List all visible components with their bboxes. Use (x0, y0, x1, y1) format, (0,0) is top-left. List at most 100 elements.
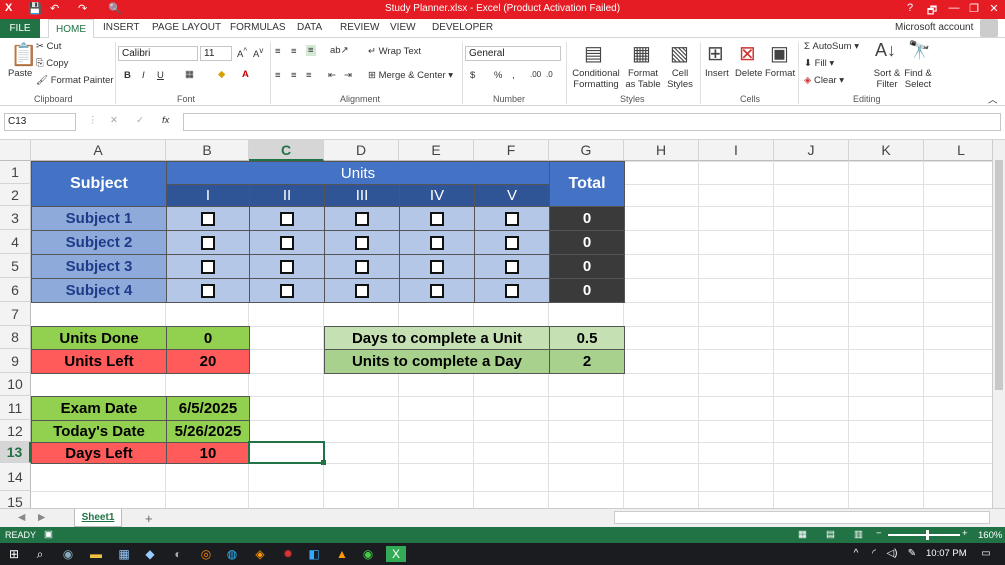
zoom-in-button[interactable]: + (962, 528, 968, 539)
checkbox[interactable] (505, 283, 519, 298)
checkbox[interactable] (280, 235, 294, 250)
checkbox[interactable] (430, 259, 444, 274)
pen-icon[interactable]: ✎ (904, 546, 920, 562)
format-as-table-button[interactable]: Format as Table (622, 68, 664, 90)
row-header-11[interactable]: 11 (0, 396, 31, 420)
conditional-formatting-button[interactable]: Conditional Formatting (571, 68, 621, 90)
app-icon[interactable]: ✹ (280, 546, 296, 562)
copy-button[interactable]: ⎘ Copy (36, 58, 68, 69)
align-right-icon[interactable]: ≡ (306, 70, 312, 81)
checkbox[interactable] (430, 283, 444, 298)
row-header-15[interactable]: 15 (0, 491, 31, 508)
checkbox[interactable] (505, 259, 519, 274)
delete-cells-button[interactable]: Delete (735, 68, 762, 79)
increase-indent-icon[interactable]: ⇥ (344, 70, 352, 81)
align-middle-icon[interactable]: ≡ (291, 46, 297, 57)
checkbox[interactable] (430, 211, 444, 226)
percent-button[interactable]: % (494, 70, 502, 81)
select-all-corner[interactable] (0, 140, 31, 161)
checkbox[interactable] (355, 211, 369, 226)
column-header-c[interactable]: C (249, 140, 324, 161)
excel-taskbar-icon[interactable]: X (386, 546, 406, 562)
tab-home[interactable]: HOME (48, 19, 94, 39)
paste-button[interactable]: Paste (8, 68, 32, 79)
cancel-icon[interactable]: ✕ (110, 115, 118, 126)
font-name-select[interactable]: Calibri (118, 46, 198, 61)
tab-page-layout[interactable]: PAGE LAYOUT (152, 22, 221, 33)
shrink-font-icon[interactable]: Av (253, 46, 263, 60)
checkbox[interactable] (280, 259, 294, 274)
font-size-select[interactable]: 11 (200, 46, 232, 61)
column-header-k[interactable]: K (849, 140, 924, 161)
row-header-1[interactable]: 1 (0, 161, 31, 184)
underline-button[interactable]: U (157, 70, 164, 81)
formula-input[interactable] (183, 113, 1001, 131)
decrease-indent-icon[interactable]: ⇤ (328, 70, 336, 81)
vlc-icon[interactable]: ▲ (334, 546, 350, 562)
zoom-thumb[interactable] (926, 530, 929, 540)
help-button[interactable]: ? (900, 2, 920, 14)
italic-button[interactable]: I (142, 70, 145, 81)
page-break-view-icon[interactable]: ▥ (854, 529, 863, 540)
checkbox[interactable] (430, 235, 444, 250)
column-header-f[interactable]: F (474, 140, 549, 161)
column-header-h[interactable]: H (624, 140, 699, 161)
clear-button[interactable]: ◈ Clear ▾ (804, 75, 844, 86)
font-color-icon[interactable]: A (242, 69, 249, 80)
windows-start-icon[interactable]: ⊞ (6, 546, 22, 562)
sort-filter-button[interactable]: Sort & Filter (871, 68, 903, 90)
grow-font-icon[interactable]: A^ (237, 46, 247, 60)
format-painter-button[interactable]: 🖌 Format Painter (36, 75, 114, 86)
row-header-9[interactable]: 9 (0, 349, 31, 373)
new-sheet-button[interactable]: + (145, 511, 153, 526)
find-select-button[interactable]: Find & Select (901, 68, 935, 90)
row-header-2[interactable]: 2 (0, 184, 31, 206)
zoom-slider[interactable] (888, 534, 960, 536)
chrome-icon[interactable]: ◉ (360, 546, 376, 562)
row-header-3[interactable]: 3 (0, 206, 31, 230)
row-header-14[interactable]: 14 (0, 463, 31, 491)
tab-developer[interactable]: DEVELOPER (432, 22, 493, 33)
close-button[interactable]: ✕ (984, 2, 1004, 15)
row-header-4[interactable]: 4 (0, 230, 31, 254)
tray-arrow-icon[interactable]: ^ (848, 546, 864, 562)
restore-button[interactable]: ❐ (964, 2, 984, 15)
checkbox[interactable] (280, 283, 294, 298)
column-header-l[interactable]: L (924, 140, 992, 161)
column-header-i[interactable]: I (699, 140, 774, 161)
next-sheet-icon[interactable]: ▶ (38, 512, 45, 523)
checkbox[interactable] (201, 283, 215, 298)
column-header-j[interactable]: J (774, 140, 849, 161)
cut-button[interactable]: ✂ Cut (36, 41, 61, 52)
align-bottom-icon[interactable]: ≡ (306, 45, 316, 56)
comma-button[interactable]: , (512, 70, 515, 81)
insert-function-button[interactable]: fx (162, 115, 169, 126)
app-icon[interactable]: ◉ (60, 546, 76, 562)
row-header-10[interactable]: 10 (0, 373, 31, 396)
number-format-select[interactable]: General (465, 46, 561, 61)
row-header-7[interactable]: 7 (0, 302, 31, 326)
align-top-icon[interactable]: ≡ (275, 46, 281, 57)
wifi-icon[interactable]: ◜ (866, 546, 882, 562)
column-header-g[interactable]: G (549, 140, 624, 161)
checkbox[interactable] (201, 235, 215, 250)
scroll-thumb[interactable] (995, 160, 1003, 390)
worksheet-grid[interactable]: A B C D E F G H I J K L 1 2 3 4 5 6 7 8 9 10 11 12 13 14 15 Subjec… (0, 140, 992, 508)
decrease-decimal-icon[interactable]: .0 (546, 70, 553, 79)
notifications-icon[interactable]: ▭ (978, 546, 994, 562)
calculator-icon[interactable]: ▦ (116, 546, 132, 562)
increase-decimal-icon[interactable]: .00 (530, 70, 541, 79)
paste-icon[interactable]: 📋 (10, 42, 37, 68)
column-header-b[interactable]: B (166, 140, 249, 161)
minimize-button[interactable]: — (944, 2, 964, 14)
zoom-out-button[interactable]: − (876, 528, 882, 539)
enter-icon[interactable]: ✓ (136, 115, 144, 126)
normal-view-icon[interactable]: ▦ (798, 529, 807, 540)
zoom-level[interactable]: 160% (978, 530, 1002, 541)
align-left-icon[interactable]: ≡ (275, 70, 281, 81)
tab-insert[interactable]: INSERT (103, 22, 140, 33)
tab-file[interactable]: FILE (0, 19, 40, 38)
currency-button[interactable]: $ (470, 70, 475, 81)
volume-icon[interactable]: ◁) (884, 546, 900, 562)
row-header-5[interactable]: 5 (0, 254, 31, 278)
